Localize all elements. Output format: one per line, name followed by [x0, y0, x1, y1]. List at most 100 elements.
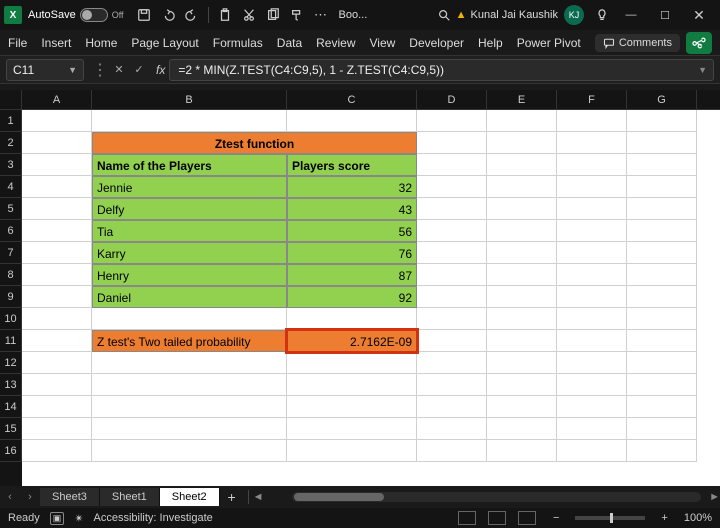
cell-name[interactable]: Henry	[92, 264, 287, 286]
cell-name[interactable]: Delfy	[92, 198, 287, 220]
col-header[interactable]: G	[627, 90, 697, 109]
add-sheet-button[interactable]: +	[220, 489, 244, 505]
cancel-formula-icon[interactable]: ✕	[110, 61, 128, 79]
row-header[interactable]: 3	[0, 154, 22, 176]
chevron-down-icon[interactable]: ▼	[698, 65, 707, 75]
row-header[interactable]: 6	[0, 220, 22, 242]
tab-home[interactable]: Home	[85, 36, 117, 50]
row-header[interactable]: 12	[0, 352, 22, 374]
name-box[interactable]: C11 ▼	[6, 59, 84, 81]
row-header[interactable]: 4	[0, 176, 22, 198]
tab-file[interactable]: File	[8, 36, 27, 50]
row-header[interactable]: 1	[0, 110, 22, 132]
view-page-break-icon[interactable]	[518, 511, 536, 525]
tab-data[interactable]: Data	[277, 36, 302, 50]
search-icon[interactable]	[433, 4, 455, 26]
lightbulb-icon[interactable]	[591, 4, 613, 26]
col-header[interactable]: F	[557, 90, 627, 109]
row-header[interactable]: 2	[0, 132, 22, 154]
undo-icon[interactable]	[157, 4, 179, 26]
document-title: Boo...	[339, 9, 368, 21]
cell-score[interactable]: 32	[287, 176, 417, 198]
view-page-layout-icon[interactable]	[488, 511, 506, 525]
user-name: Kunal Jai Kaushik	[471, 9, 558, 21]
view-normal-icon[interactable]	[458, 511, 476, 525]
cell-score[interactable]: 56	[287, 220, 417, 242]
col-header[interactable]: C	[287, 90, 417, 109]
tab-nav-next[interactable]: ›	[20, 491, 40, 503]
zoom-in-button[interactable]: +	[661, 512, 667, 524]
cell-grid[interactable]: Ztest function Name of the PlayersPlayer…	[22, 110, 720, 486]
cell-score[interactable]: 76	[287, 242, 417, 264]
accessibility-status[interactable]: Accessibility: Investigate	[94, 512, 213, 524]
comments-button[interactable]: Comments	[595, 34, 680, 52]
redo-icon[interactable]	[181, 4, 203, 26]
tab-developer[interactable]: Developer	[409, 36, 464, 50]
row-header[interactable]: 8	[0, 264, 22, 286]
row-header[interactable]: 15	[0, 418, 22, 440]
scroll-right-icon[interactable]: ►	[709, 491, 720, 503]
tab-formulas[interactable]: Formulas	[213, 36, 263, 50]
tab-page-layout[interactable]: Page Layout	[131, 36, 198, 50]
row-header[interactable]: 7	[0, 242, 22, 264]
col-header[interactable]: D	[417, 90, 487, 109]
toggle-icon[interactable]	[80, 8, 108, 22]
tab-review[interactable]: Review	[316, 36, 355, 50]
col-header[interactable]: B	[92, 90, 287, 109]
ribbon-tabs: File Insert Home Page Layout Formulas Da…	[0, 30, 720, 56]
result-value[interactable]: 2.7162E-09	[287, 330, 417, 352]
col-header[interactable]: A	[22, 90, 92, 109]
share-button[interactable]	[686, 32, 712, 54]
tab-view[interactable]: View	[370, 36, 396, 50]
cell-name[interactable]: Jennie	[92, 176, 287, 198]
horizontal-scrollbar[interactable]	[292, 492, 702, 502]
zoom-level[interactable]: 100%	[684, 512, 712, 524]
autosave-toggle[interactable]: AutoSave Off	[28, 8, 124, 22]
format-painter-icon[interactable]	[286, 4, 308, 26]
header-score[interactable]: Players score	[287, 154, 417, 176]
paste-icon[interactable]	[214, 4, 236, 26]
header-name[interactable]: Name of the Players	[92, 154, 287, 176]
tab-power-pivot[interactable]: Power Pivot	[517, 36, 581, 50]
enter-formula-icon[interactable]: ✓	[130, 61, 148, 79]
select-all-corner[interactable]	[0, 90, 22, 109]
maximize-button[interactable]: ☐	[648, 1, 682, 29]
close-button[interactable]: ✕	[682, 1, 716, 29]
row-header[interactable]: 13	[0, 374, 22, 396]
sheet-tab-active[interactable]: Sheet2	[160, 488, 220, 506]
accessibility-icon[interactable]: ✴	[74, 512, 83, 525]
row-header[interactable]: 10	[0, 308, 22, 330]
row-header[interactable]: 11	[0, 330, 22, 352]
tab-nav-prev[interactable]: ‹	[0, 491, 20, 503]
avatar[interactable]: KJ	[564, 5, 584, 25]
col-header[interactable]: E	[487, 90, 557, 109]
column-headers: A B C D E F G	[0, 90, 720, 110]
row-header[interactable]: 9	[0, 286, 22, 308]
cut-icon[interactable]	[238, 4, 260, 26]
copy-icon[interactable]	[262, 4, 284, 26]
tab-help[interactable]: Help	[478, 36, 503, 50]
scroll-left-icon[interactable]: ◄	[253, 491, 264, 503]
macro-record-icon[interactable]: ▣	[50, 512, 65, 525]
result-label[interactable]: Z test's Two tailed probability	[92, 330, 287, 352]
zoom-out-button[interactable]: −	[553, 512, 559, 524]
cell-name[interactable]: Tia	[92, 220, 287, 242]
zoom-slider[interactable]	[575, 516, 645, 520]
row-header[interactable]: 14	[0, 396, 22, 418]
minimize-button[interactable]: —	[614, 1, 648, 29]
sheet-tab[interactable]: Sheet3	[40, 488, 100, 506]
cell-name[interactable]: Daniel	[92, 286, 287, 308]
tab-insert[interactable]: Insert	[41, 36, 71, 50]
cell-score[interactable]: 87	[287, 264, 417, 286]
sheet-tab[interactable]: Sheet1	[100, 488, 160, 506]
formula-input[interactable]: =2 * MIN(Z.TEST(C4:C9,5), 1 - Z.TEST(C4:…	[169, 59, 714, 81]
more-icon[interactable]: ⋯	[310, 4, 332, 26]
cell-score[interactable]: 43	[287, 198, 417, 220]
cell-score[interactable]: 92	[287, 286, 417, 308]
fx-icon[interactable]: fx	[156, 63, 165, 77]
table-title[interactable]: Ztest function	[92, 132, 417, 154]
row-header[interactable]: 5	[0, 198, 22, 220]
cell-name[interactable]: Karry	[92, 242, 287, 264]
save-icon[interactable]	[133, 4, 155, 26]
row-header[interactable]: 16	[0, 440, 22, 462]
